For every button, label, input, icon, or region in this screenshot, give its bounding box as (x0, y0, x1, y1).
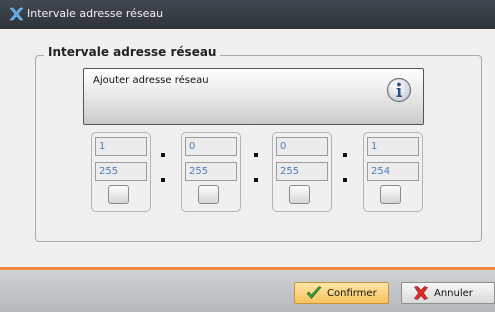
octet-2-group: 0 255 (181, 132, 241, 212)
title-bar: Intervale adresse réseau (0, 0, 495, 29)
octet-3-group: 0 255 (272, 132, 332, 212)
octet-3-end-field[interactable]: 255 (276, 162, 328, 181)
separator-dot (254, 153, 258, 157)
octet-3-start-field[interactable]: 0 (276, 137, 328, 156)
octet-4-group: 1 254 (363, 132, 423, 212)
octet-1-group: 1 255 (91, 132, 151, 212)
red-x-icon (413, 286, 428, 300)
dialog-window: Intervale adresse réseau Intervale adres… (0, 0, 495, 312)
octet-1-checkbox[interactable] (108, 185, 129, 204)
confirm-label: Confirmer (327, 287, 377, 299)
group-legend: Intervale adresse réseau (44, 45, 221, 59)
octet-2-start-field[interactable]: 0 (185, 137, 237, 156)
octet-2-checkbox[interactable] (198, 185, 219, 204)
window-title: Intervale adresse réseau (27, 7, 164, 20)
separator-dot (343, 153, 347, 157)
octet-2-end-field[interactable]: 255 (185, 162, 237, 181)
cancel-label: Annuler (434, 287, 473, 299)
octet-1-end-field[interactable]: 255 (95, 162, 147, 181)
checkmark-icon (306, 286, 322, 299)
octet-4-checkbox[interactable] (380, 185, 401, 204)
octet-4-start-field[interactable]: 1 (367, 137, 419, 156)
confirm-button[interactable]: Confirmer (294, 282, 389, 304)
app-x-icon (9, 7, 24, 21)
info-text: Ajouter adresse réseau (93, 75, 209, 86)
separator-dot (343, 178, 347, 182)
dialog-content: Intervale adresse réseau Ajouter adresse… (0, 29, 495, 267)
octet-1-start-field[interactable]: 1 (95, 137, 147, 156)
info-panel: Ajouter adresse réseau (83, 68, 424, 125)
dialog-footer: Confirmer Annuler (0, 270, 495, 312)
octet-4-end-field[interactable]: 254 (367, 162, 419, 181)
separator-dot (161, 153, 165, 157)
octet-3-checkbox[interactable] (289, 185, 310, 204)
separator-dot (254, 178, 258, 182)
info-icon[interactable] (386, 77, 412, 103)
separator-dot (161, 178, 165, 182)
cancel-button[interactable]: Annuler (401, 282, 495, 304)
